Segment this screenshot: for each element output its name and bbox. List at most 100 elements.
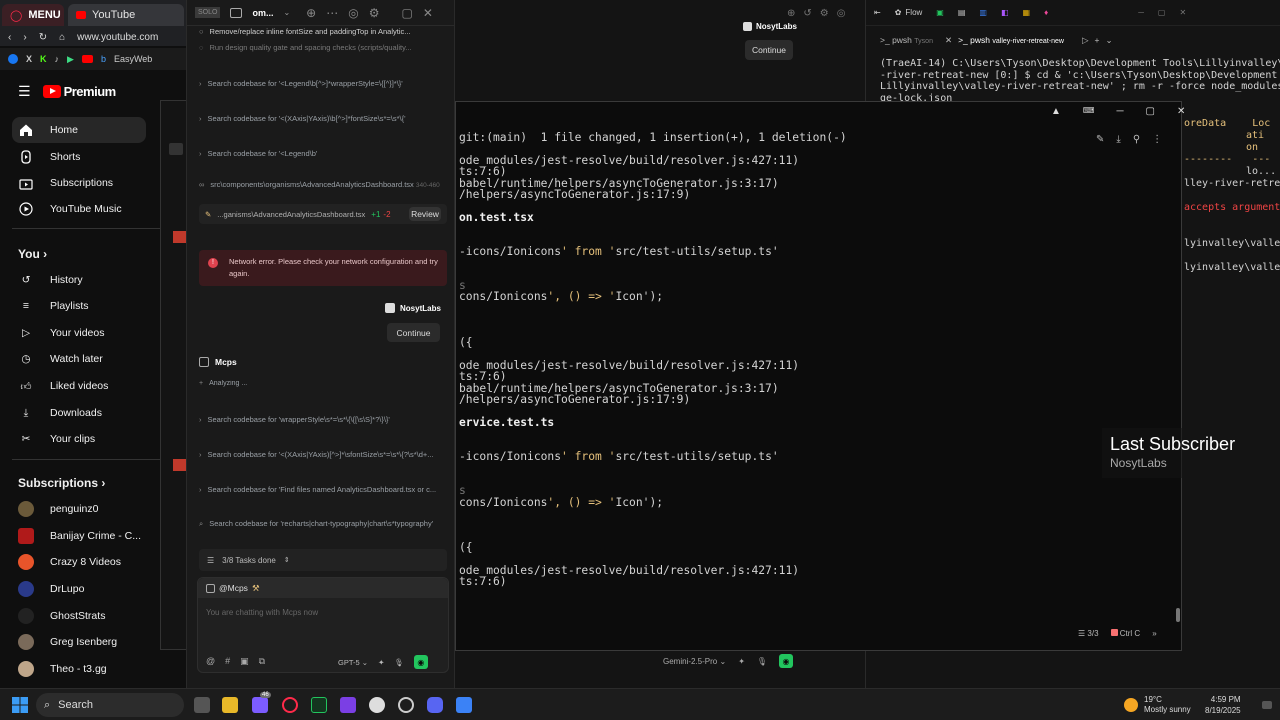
- nav-shorts[interactable]: Shorts: [12, 144, 146, 170]
- file-reference[interactable]: ∞ src\components\organisms\AdvancedAnalyt…: [199, 180, 447, 189]
- windows-start-icon[interactable]: [12, 697, 28, 713]
- bookmark-tiktok-icon[interactable]: ♪: [55, 54, 60, 64]
- search-step[interactable]: › Search codebase for '<Legend\b[^>]*wrap…: [199, 79, 447, 88]
- new-terminal-icon[interactable]: +: [1095, 35, 1100, 45]
- settings-icon[interactable]: ⚙: [820, 8, 829, 19]
- search-step[interactable]: › Search codebase for 'wrapperStyle\s*=\s…: [199, 415, 447, 424]
- nav-your-videos[interactable]: ▷ Your videos: [12, 320, 146, 346]
- bookmark-easyweb[interactable]: EasyWeb: [114, 54, 152, 64]
- mic-icon[interactable]: 🎙︎: [757, 657, 767, 666]
- taskbar-search[interactable]: ⌕ Search: [36, 693, 184, 717]
- image-icon[interactable]: ▣: [240, 656, 249, 667]
- nav-downloads[interactable]: ⤓ Downloads: [12, 400, 146, 426]
- layout-icon[interactable]: ▣: [936, 8, 944, 17]
- reload-icon[interactable]: ↻: [39, 32, 47, 43]
- panel-icon[interactable]: ▤: [958, 8, 966, 17]
- chat-input[interactable]: You are chatting with Mcps now: [206, 608, 318, 617]
- github-taskbar-icon[interactable]: [369, 697, 385, 713]
- context-icon[interactable]: ⧉: [259, 656, 265, 667]
- clock[interactable]: 4:59 PM 8/19/2025: [1205, 694, 1241, 716]
- nav-home[interactable]: Home: [12, 117, 146, 143]
- more-icon[interactable]: ⋯: [326, 6, 338, 20]
- continue-button[interactable]: Continue: [387, 323, 440, 342]
- hamburger-icon[interactable]: ☰: [18, 83, 31, 100]
- preview-icon[interactable]: ▦: [1023, 8, 1031, 17]
- discord-taskbar-icon[interactable]: [427, 697, 443, 713]
- scrollbar-thumb[interactable]: [1176, 608, 1180, 622]
- settings-icon[interactable]: ⚙: [369, 6, 380, 20]
- sub-item[interactable]: Crazy 8 Videos: [12, 549, 146, 575]
- interrupt-button[interactable]: Ctrl C: [1110, 629, 1140, 638]
- bookmark-facebook-icon[interactable]: [8, 54, 18, 64]
- split-icon[interactable]: ◧: [1001, 8, 1009, 17]
- bookmark-kick-icon[interactable]: K: [40, 54, 47, 64]
- bookmark-easyweb-icon[interactable]: b: [101, 54, 106, 64]
- search-step[interactable]: ⌕ Search codebase for 'recharts|chart-typ…: [199, 519, 447, 529]
- at-icon[interactable]: @: [206, 656, 215, 667]
- account-icon[interactable]: ◎: [837, 8, 846, 19]
- maximize-icon[interactable]: ▢: [1146, 106, 1155, 117]
- history-icon[interactable]: ↺: [803, 8, 811, 19]
- minimize-icon[interactable]: ─: [1138, 8, 1144, 17]
- close-icon[interactable]: ✕: [423, 6, 433, 20]
- weather-widget[interactable]: 19°C Mostly sunny: [1124, 695, 1191, 715]
- review-button[interactable]: Review: [409, 207, 441, 221]
- nav-playlists[interactable]: ≡ Playlists: [12, 293, 146, 319]
- nav-history[interactable]: ↺ History: [12, 267, 146, 293]
- vscode-taskbar-icon[interactable]: [456, 697, 472, 713]
- youtube-logo[interactable]: Premium: [42, 84, 116, 99]
- tasks-progress[interactable]: ☰ 3/8 Tasks done ⇕: [199, 549, 447, 571]
- hash-icon[interactable]: #: [225, 656, 230, 667]
- chrome-taskbar-icon[interactable]: [398, 697, 414, 713]
- sub-item[interactable]: Banijay Crime - C...: [12, 523, 146, 549]
- tab-menu[interactable]: ◯ MENU: [2, 4, 64, 26]
- extension-icon[interactable]: ♦: [1044, 8, 1048, 17]
- notifications-icon[interactable]: [1262, 701, 1272, 709]
- file-explorer-icon[interactable]: [222, 697, 238, 713]
- sub-item[interactable]: GhostStrats: [12, 603, 146, 629]
- search-step[interactable]: › Search codebase for 'Find files named A…: [199, 485, 447, 494]
- sparkle-icon[interactable]: ✦: [738, 657, 745, 666]
- add-icon[interactable]: ⊕: [306, 6, 316, 20]
- chevron-down-icon[interactable]: ⌄: [1105, 35, 1112, 46]
- nav-liked-videos[interactable]: 👍︎ Liked videos: [12, 373, 146, 399]
- subscriptions-section[interactable]: Subscriptions ›: [18, 476, 105, 490]
- nav-watch-later[interactable]: ◷ Watch later: [12, 346, 146, 372]
- run-icon[interactable]: ▷: [1082, 35, 1089, 46]
- maximize-icon[interactable]: ▢: [401, 6, 412, 20]
- search-step[interactable]: › Search codebase for '<Legend\b': [199, 149, 447, 158]
- task-view-icon[interactable]: [194, 697, 210, 713]
- sub-item[interactable]: DrLupo: [12, 576, 146, 602]
- you-section[interactable]: You ›: [18, 247, 47, 261]
- sub-item[interactable]: Theo - t3.gg: [12, 656, 146, 682]
- chevron-down-icon[interactable]: ⌄: [283, 8, 290, 17]
- maximize-icon[interactable]: ▢: [1158, 8, 1166, 17]
- bookmark-youtube-icon[interactable]: [81, 55, 93, 63]
- close-icon[interactable]: ✕: [1177, 106, 1185, 117]
- home-icon[interactable]: ⌂: [59, 32, 65, 43]
- nav-your-clips[interactable]: ✂ Your clips: [12, 426, 146, 452]
- close-icon[interactable]: ✕: [1179, 8, 1186, 17]
- nav-subscriptions[interactable]: Subscriptions: [12, 170, 146, 196]
- ide-taskbar-icon[interactable]: [311, 697, 327, 713]
- sub-item[interactable]: penguinz0: [12, 496, 146, 522]
- back-icon[interactable]: ‹: [8, 32, 11, 43]
- edited-file-row[interactable]: ✎ ...ganisms\AdvancedAnalyticsDashboard.…: [199, 204, 447, 224]
- search-step[interactable]: › Search codebase for '<(XAxis|YAxis)[^>]…: [199, 450, 447, 459]
- collapse-icon[interactable]: ⇤: [874, 8, 881, 17]
- forward-icon[interactable]: ›: [23, 32, 26, 43]
- keyboard-icon[interactable]: ⌨: [1083, 106, 1095, 117]
- url-field[interactable]: www.youtube.com: [77, 32, 158, 43]
- model-select[interactable]: GPT-5 ⌄: [338, 658, 368, 667]
- sidebar-toggle-icon[interactable]: [230, 7, 243, 18]
- nav-youtube-music[interactable]: YouTube Music: [12, 196, 146, 222]
- panel-right-icon[interactable]: ▥: [979, 8, 987, 17]
- send-button[interactable]: ◉: [413, 655, 428, 669]
- search-step[interactable]: › Search codebase for '<(XAxis|YAxis)\b[^…: [199, 114, 447, 123]
- account-icon[interactable]: ◎: [348, 6, 358, 20]
- add-icon[interactable]: ⊕: [787, 8, 795, 19]
- close-icon[interactable]: ✕: [945, 35, 952, 46]
- tab-youtube[interactable]: YouTube: [68, 4, 184, 26]
- mention-chip[interactable]: @Mcps ⚒: [198, 578, 448, 598]
- flow-button[interactable]: ✿ Flow: [895, 8, 923, 17]
